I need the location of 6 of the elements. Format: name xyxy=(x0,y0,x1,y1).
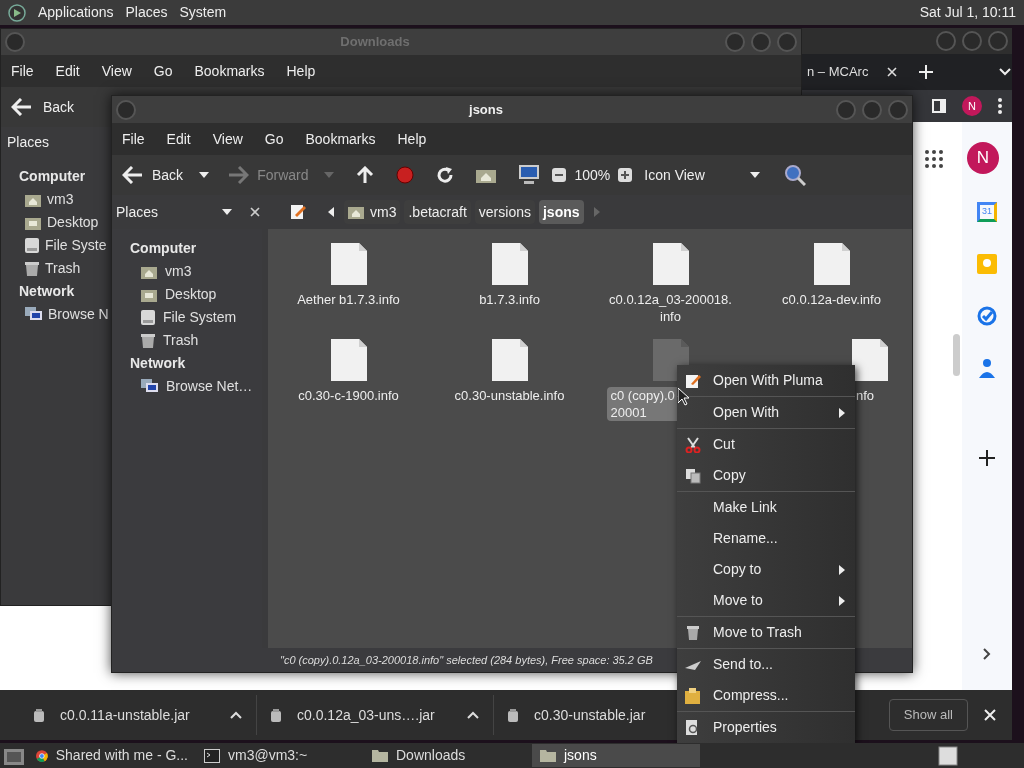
zoom-level: 100% xyxy=(574,165,611,185)
window-title: jsons xyxy=(467,100,504,119)
sidebar-heading: Network xyxy=(130,354,186,373)
sidebar-heading: Computer xyxy=(19,167,86,186)
sidebar-heading: Network xyxy=(19,282,75,301)
sidebar-heading: Computer xyxy=(130,239,197,258)
